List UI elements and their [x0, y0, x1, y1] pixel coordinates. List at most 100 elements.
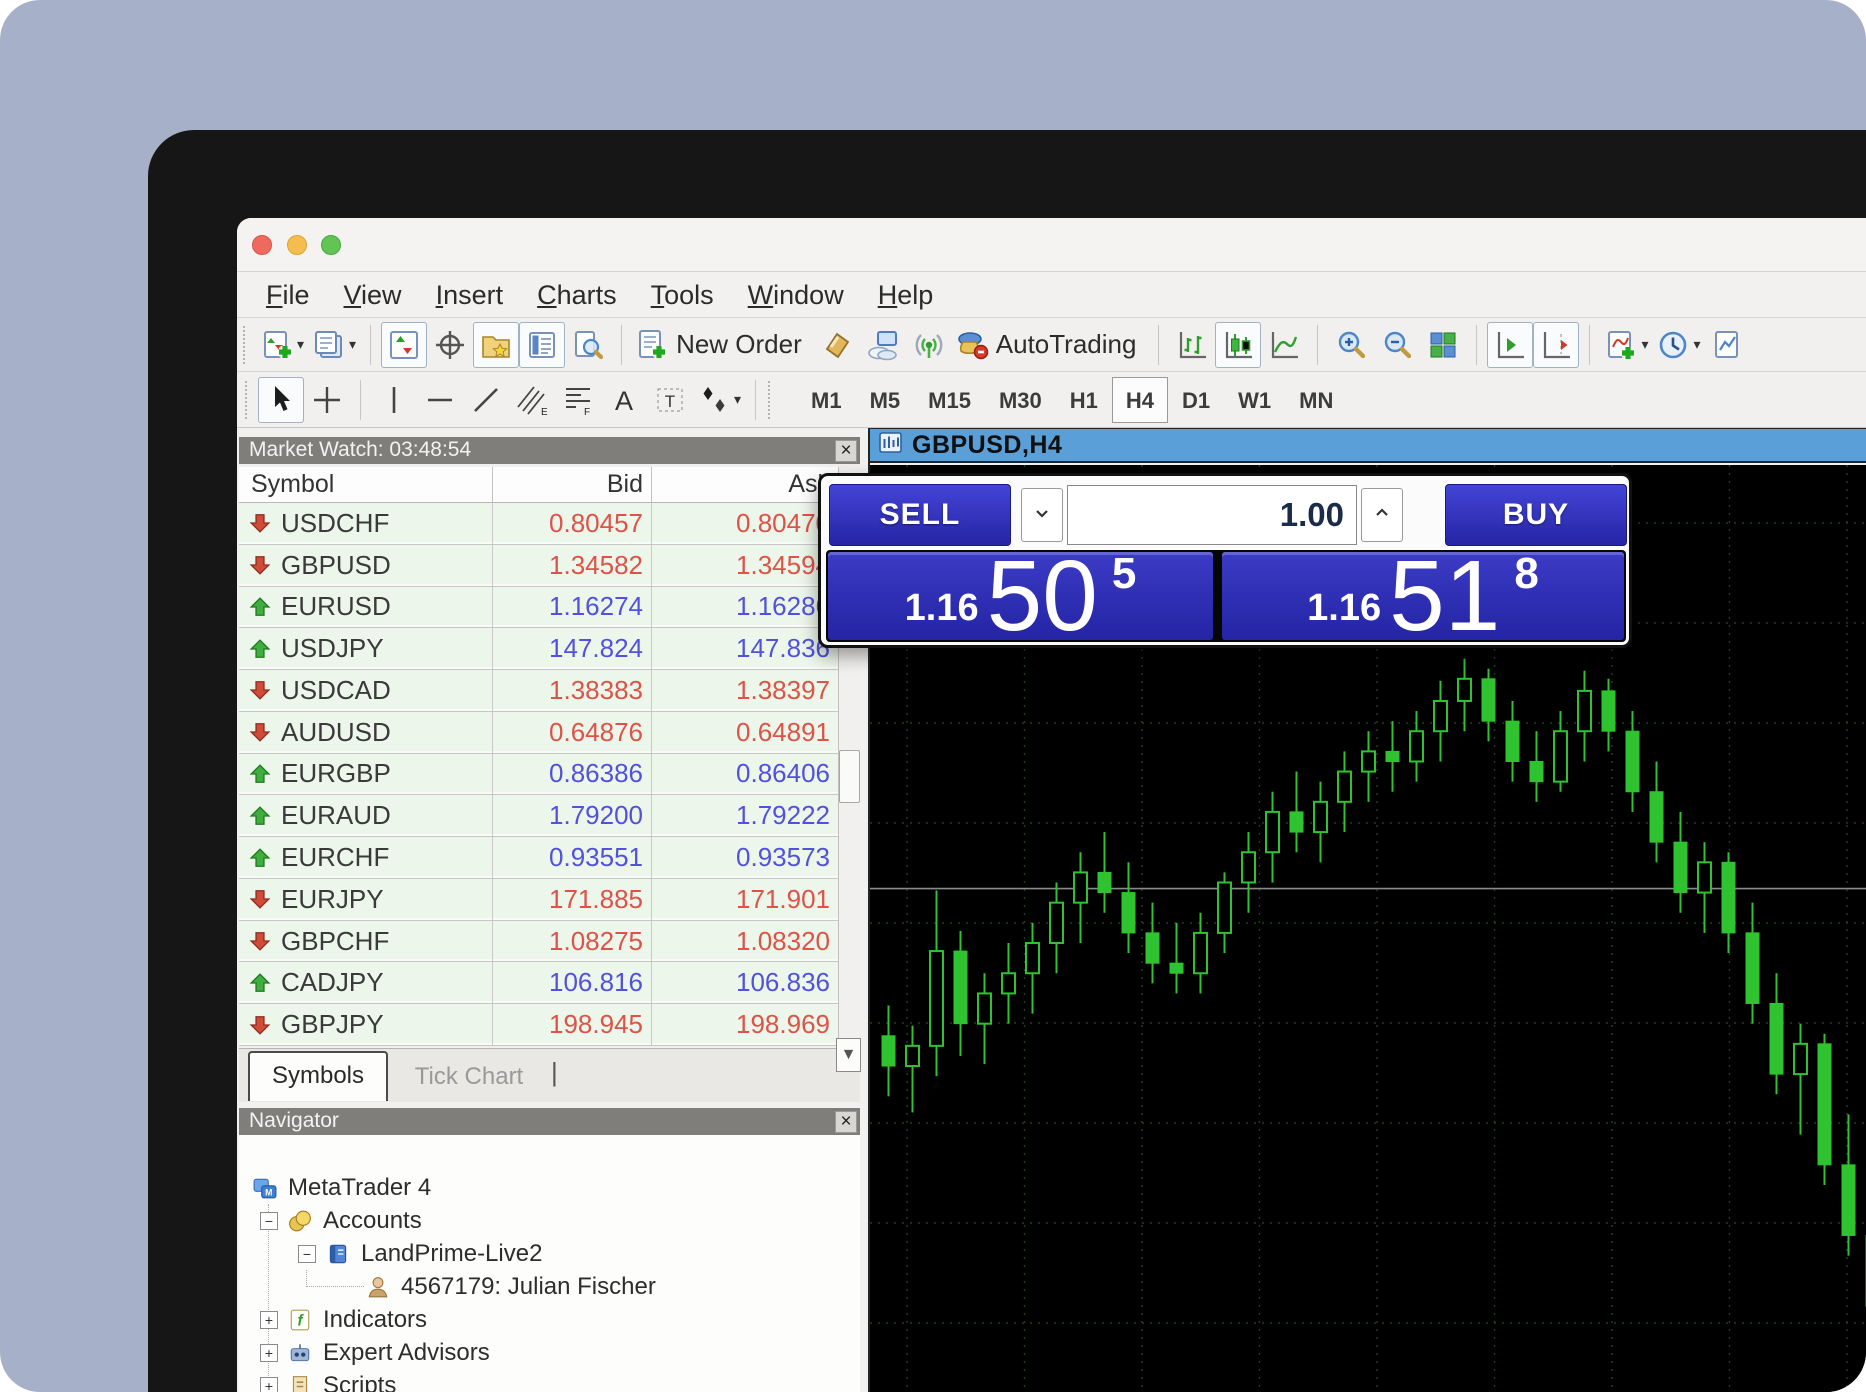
market-watch-row-eurchf[interactable]: EURCHF0.935510.93573 — [239, 837, 838, 879]
line-chart-button[interactable] — [1261, 322, 1307, 368]
menu-window[interactable]: Window — [731, 273, 861, 317]
expand-icon[interactable]: + — [260, 1377, 278, 1392]
dropdown-caret-icon[interactable]: ▾ — [1693, 336, 1700, 353]
market-watch-row-gbpchf[interactable]: GBPCHF1.082751.08320 — [239, 921, 838, 963]
market-watch-row-eurusd[interactable]: EURUSD1.162741.16286 — [239, 587, 838, 629]
timeframe-m1[interactable]: M1 — [797, 377, 856, 423]
market-watch-row-eurjpy[interactable]: EURJPY171.885171.901 — [239, 879, 838, 921]
navigator-item-landprime-live2[interactable]: −LandPrime-Live2 — [298, 1237, 542, 1270]
timeframe-h1[interactable]: H1 — [1056, 377, 1112, 423]
arrows-button[interactable]: ▾ — [693, 377, 745, 423]
timeframe-m30[interactable]: M30 — [985, 377, 1056, 423]
market-watch-row-gbpusd[interactable]: GBPUSD1.345821.34594 — [239, 545, 838, 587]
templates-button[interactable] — [1705, 322, 1751, 368]
dropdown-caret-icon[interactable]: ▾ — [734, 391, 741, 408]
market-watch-row-usdcad[interactable]: USDCAD1.383831.38397 — [239, 670, 838, 712]
volume-increase-button[interactable] — [1361, 488, 1403, 542]
menu-view[interactable]: View — [327, 273, 419, 317]
menu-help[interactable]: Help — [861, 273, 951, 317]
close-icon[interactable]: × — [835, 440, 857, 462]
market-watch-button[interactable] — [381, 322, 427, 368]
sell-button[interactable]: SELL — [829, 484, 1011, 546]
expand-icon[interactable]: + — [260, 1344, 278, 1362]
new-order-button[interactable]: New Order — [632, 322, 814, 368]
zoom-out-button[interactable] — [1374, 322, 1420, 368]
dropdown-caret-icon[interactable]: ▾ — [1641, 336, 1648, 353]
timeframe-w1[interactable]: W1 — [1224, 377, 1285, 423]
depth-of-market-button[interactable] — [814, 322, 860, 368]
close-window-button[interactable] — [252, 235, 272, 255]
data-window-button[interactable] — [427, 322, 473, 368]
trend-line-button[interactable] — [463, 377, 509, 423]
virtual-hosting-icon — [866, 328, 900, 362]
menu-charts[interactable]: Charts — [520, 273, 634, 317]
volume-decrease-button[interactable] — [1021, 488, 1063, 542]
bar-chart-button[interactable] — [1169, 322, 1215, 368]
market-watch-row-eurgbp[interactable]: EURGBP0.863860.86406 — [239, 754, 838, 796]
navigator-item-accounts[interactable]: −Accounts — [260, 1204, 422, 1237]
cursor-button[interactable] — [258, 377, 304, 423]
timeframe-m5[interactable]: M5 — [856, 377, 915, 423]
buy-button[interactable]: BUY — [1445, 484, 1627, 546]
column-header-ask[interactable]: Ask — [652, 467, 838, 502]
profiles-button[interactable]: ▾ — [308, 322, 360, 368]
text-label-button[interactable]: T — [647, 377, 693, 423]
candle-chart-button[interactable] — [1215, 322, 1261, 368]
menu-file[interactable]: File — [249, 273, 327, 317]
auto-scroll-button[interactable] — [1487, 322, 1533, 368]
horizontal-line-button[interactable] — [417, 377, 463, 423]
volume-input[interactable] — [1067, 485, 1357, 545]
market-watch-row-euraud[interactable]: EURAUD1.792001.79222 — [239, 795, 838, 837]
zoom-in-button[interactable] — [1328, 322, 1374, 368]
collapse-icon[interactable]: − — [260, 1212, 278, 1230]
new-chart-button[interactable]: ▾ — [256, 322, 308, 368]
collapse-icon[interactable]: − — [298, 1245, 316, 1263]
navigator-button[interactable] — [473, 322, 519, 368]
zoom-window-button[interactable] — [321, 235, 341, 255]
navigator-item-4567179-julian-fischer[interactable]: 4567179: Julian Fischer — [366, 1270, 656, 1303]
navigator-item-expert-advisors[interactable]: +Expert Advisors — [260, 1336, 490, 1369]
navigator-item-metatrader-4[interactable]: MMetaTrader 4 — [253, 1171, 431, 1204]
tile-windows-button[interactable] — [1420, 322, 1466, 368]
scrollbar-thumb[interactable] — [839, 750, 860, 803]
market-watch-row-usdchf[interactable]: USDCHF0.804570.80470 — [239, 503, 838, 545]
buy-price-panel[interactable]: 1.16 51 8 — [1222, 552, 1624, 640]
tab-symbols[interactable]: Symbols — [248, 1051, 388, 1101]
timeframe-mn[interactable]: MN — [1285, 377, 1347, 423]
column-header-bid[interactable]: Bid — [493, 467, 652, 502]
fibonacci-button[interactable]: F — [555, 377, 601, 423]
timeframe-m15[interactable]: M15 — [914, 377, 985, 423]
chart-shift-button[interactable] — [1533, 322, 1579, 368]
expand-icon[interactable]: + — [260, 1311, 278, 1329]
menu-insert[interactable]: Insert — [419, 273, 521, 317]
strategy-tester-button[interactable] — [565, 322, 611, 368]
dropdown-caret-icon[interactable]: ▾ — [297, 336, 304, 353]
column-header-symbol[interactable]: Symbol — [239, 467, 493, 502]
autotrading-button[interactable]: AutoTrading — [952, 322, 1149, 368]
market-watch-row-audusd[interactable]: AUDUSD0.648760.64891 — [239, 712, 838, 754]
vertical-line-button[interactable] — [371, 377, 417, 423]
text-button[interactable]: A — [601, 377, 647, 423]
dropdown-caret-icon[interactable]: ▾ — [349, 336, 356, 353]
timeframe-d1[interactable]: D1 — [1168, 377, 1224, 423]
close-icon[interactable]: × — [835, 1111, 857, 1133]
sell-price-panel[interactable]: 1.16 50 5 — [828, 552, 1213, 640]
equidistant-channel-button[interactable]: E — [509, 377, 555, 423]
indicators-button[interactable]: ▾ — [1600, 322, 1652, 368]
terminal-button[interactable] — [519, 322, 565, 368]
periods-button[interactable]: ▾ — [1652, 322, 1704, 368]
timeframe-h4[interactable]: H4 — [1112, 377, 1168, 423]
scrollbar-down-button[interactable]: ▼ — [836, 1038, 861, 1072]
navigator-item-scripts[interactable]: +Scripts — [260, 1369, 396, 1392]
minimize-window-button[interactable] — [287, 235, 307, 255]
market-watch-row-usdjpy[interactable]: USDJPY147.824147.836 — [239, 628, 838, 670]
virtual-hosting-button[interactable] — [860, 322, 906, 368]
market-watch-row-gbpjpy[interactable]: GBPJPY198.945198.969 — [239, 1004, 838, 1046]
chart-title: GBPUSD,H4 — [912, 431, 1062, 460]
crosshair-button[interactable] — [304, 377, 350, 423]
menu-tools[interactable]: Tools — [634, 273, 731, 317]
signals-button[interactable] — [906, 322, 952, 368]
tab-tick-chart[interactable]: Tick Chart — [399, 1057, 539, 1097]
navigator-item-indicators[interactable]: +fIndicators — [260, 1303, 427, 1336]
market-watch-row-cadjpy[interactable]: CADJPY106.816106.836 — [239, 962, 838, 1004]
